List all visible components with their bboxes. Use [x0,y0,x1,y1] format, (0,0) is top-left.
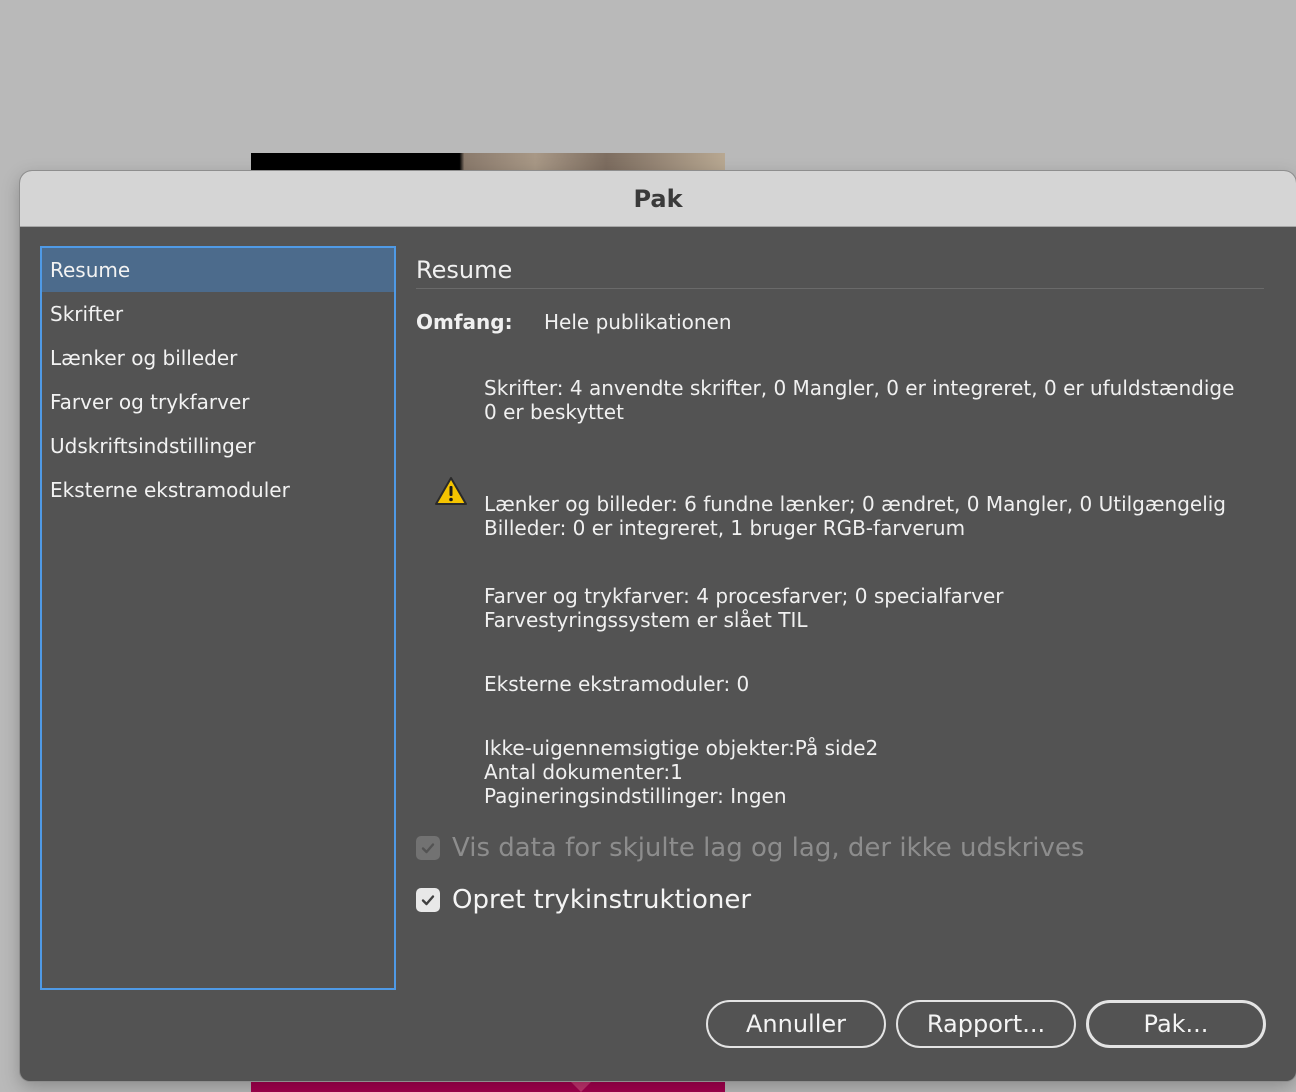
plugins-summary-line: Eksterne ekstramoduler: 0 [484,672,750,696]
summary-panel: Resume Omfang: Hele publikationen Skrift… [416,246,1266,986]
report-button[interactable]: Rapport... [896,1000,1076,1048]
scope-value: Hele publikationen [544,310,732,334]
divider [416,288,1264,289]
hidden-layers-option: Vis data for skjulte lag og lag, der ikk… [416,833,1084,863]
links-summary-line: Billeder: 0 er integreret, 1 bruger RGB-… [484,516,966,540]
category-list[interactable]: Resume Skrifter Lænker og billeder Farve… [40,246,396,990]
fonts-summary: Skrifter: 4 anvendte skrifter, 0 Mangler… [484,376,1234,424]
dialog-title: Pak [633,184,683,213]
other-summary-line: Ikke-uigennemsigtige objekter:På side2 [484,736,879,760]
cancel-button[interactable]: Annuller [706,1000,886,1048]
package-button[interactable]: Pak... [1086,1000,1266,1048]
checkmark-icon [421,843,435,854]
section-title: Resume [416,256,513,284]
plugins-summary: Eksterne ekstramoduler: 0 [484,672,749,696]
sidebar-item-resume[interactable]: Resume [42,248,394,292]
colors-summary-line: Farvestyringssystem er slået TIL [484,608,808,632]
fonts-summary-line: 0 er beskyttet [484,400,624,424]
instructions-checkbox[interactable] [416,888,440,912]
sidebar-item-print-settings[interactable]: Udskriftsindstillinger [42,424,394,468]
checkmark-icon [421,895,435,906]
links-summary-line: Lænker og billeder: 6 fundne lænker; 0 æ… [484,492,1227,516]
sidebar-item-skrifter[interactable]: Skrifter [42,292,394,336]
hidden-layers-label: Vis data for skjulte lag og lag, der ikk… [452,833,1085,863]
dialog-titlebar[interactable]: Pak [20,171,1296,227]
fonts-summary-line: Skrifter: 4 anvendte skrifter, 0 Mangler… [484,376,1235,400]
scope-label: Omfang: [416,310,513,334]
colors-summary-line: Farver og trykfarver: 4 procesfarver; 0 … [484,584,1004,608]
sidebar-item-colors[interactable]: Farver og trykfarver [42,380,394,424]
other-summary: Ikke-uigennemsigtige objekter:På side2 A… [484,736,878,808]
instructions-option[interactable]: Opret trykinstruktioner [416,885,751,915]
links-summary: Lænker og billeder: 6 fundne lænker; 0 æ… [484,492,1226,540]
sidebar-item-links[interactable]: Lænker og billeder [42,336,394,380]
other-summary-line: Pagineringsindstillinger: Ingen [484,784,787,808]
package-dialog: Pak Resume Skrifter Lænker og billeder F… [20,171,1296,1081]
document-page-background [251,153,725,173]
other-summary-line: Antal dokumenter:1 [484,760,683,784]
colors-summary: Farver og trykfarver: 4 procesfarver; 0 … [484,584,1004,632]
instructions-label[interactable]: Opret trykinstruktioner [452,885,751,915]
sidebar-item-plugins[interactable]: Eksterne ekstramoduler [42,468,394,512]
hidden-layers-checkbox [416,836,440,860]
warning-icon [435,477,467,505]
